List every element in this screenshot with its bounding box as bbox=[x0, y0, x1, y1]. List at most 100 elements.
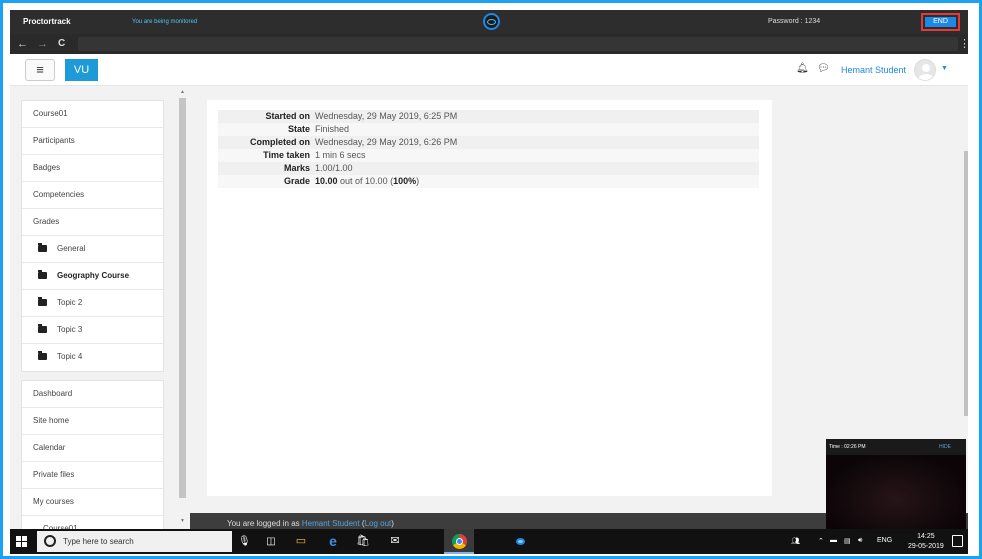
row-label: Completed on bbox=[250, 137, 310, 147]
folder-icon bbox=[38, 351, 47, 360]
page-region: Course01 Participants Badges Competencie… bbox=[10, 86, 968, 529]
proctortrack-taskbar-icon[interactable] bbox=[516, 538, 525, 545]
row-value: 1 min 6 secs bbox=[315, 150, 366, 160]
page-scroll-thumb[interactable] bbox=[964, 151, 968, 416]
row-label: Marks bbox=[283, 163, 310, 173]
logged-in-text: You are logged in as bbox=[227, 519, 302, 528]
camera-header: Time : 02:26 PM HIDE bbox=[826, 439, 966, 455]
browser-menu-icon[interactable]: ⋮ bbox=[959, 37, 970, 51]
task-view-icon[interactable]: ◫ bbox=[264, 534, 278, 549]
nav-item-private-files[interactable]: Private files bbox=[22, 462, 163, 489]
address-bar[interactable] bbox=[78, 37, 958, 51]
table-row: Time taken 1 min 6 secs bbox=[218, 149, 759, 162]
folder-icon bbox=[38, 324, 47, 333]
nav-item-grades[interactable]: Grades bbox=[22, 209, 163, 236]
bell-icon[interactable]: 🔔︎ bbox=[796, 63, 809, 74]
nav-item-calendar[interactable]: Calendar bbox=[22, 435, 163, 462]
camera-feed bbox=[826, 455, 966, 529]
row-value: Wednesday, 29 May 2019, 6:25 PM bbox=[315, 111, 458, 121]
screen-frame: Proctortrack You are being monitored Pas… bbox=[0, 0, 982, 559]
quiz-summary-table: Started on Wednesday, 29 May 2019, 6:25 … bbox=[218, 110, 759, 188]
store-icon[interactable]: 🛍︎ bbox=[356, 534, 370, 549]
table-row: Grade 10.00 out of 10.00 (100%) bbox=[218, 175, 759, 188]
row-value: Wednesday, 29 May 2019, 6:26 PM bbox=[315, 137, 458, 147]
grade-percent: 100% bbox=[393, 176, 417, 186]
row-label: Started on bbox=[265, 111, 310, 121]
nav-item-topic-2[interactable]: Topic 2 bbox=[22, 290, 163, 317]
grade-value: 10.00 out of 10.00 (100%) bbox=[315, 175, 759, 188]
end-button[interactable]: END bbox=[921, 13, 960, 31]
battery-icon[interactable]: ▬ bbox=[830, 537, 837, 544]
show-hidden-icons-icon[interactable]: ⌃ bbox=[818, 537, 824, 545]
proctor-bar: Proctortrack You are being monitored Pas… bbox=[10, 10, 968, 34]
table-row: Started on Wednesday, 29 May 2019, 6:25 … bbox=[218, 110, 759, 123]
nav-drawer-toggle[interactable]: ≡ bbox=[25, 59, 55, 81]
chrome-icon bbox=[452, 534, 467, 549]
end-button-label: END bbox=[925, 17, 956, 27]
row-value: 1.00/1.00 bbox=[315, 163, 353, 173]
row-value: Finished bbox=[315, 124, 350, 134]
taskbar-search-box[interactable]: Type here to search bbox=[37, 531, 232, 552]
nav-item-site-home[interactable]: Site home bbox=[22, 408, 163, 435]
nav-item-topic-3[interactable]: Topic 3 bbox=[22, 317, 163, 344]
password-text: Password : 1234 bbox=[768, 18, 821, 25]
windows-start-icon[interactable] bbox=[16, 536, 28, 548]
nav-item-label: Topic 2 bbox=[57, 298, 83, 307]
course-nav-block: Course01 Participants Badges Competencie… bbox=[21, 100, 164, 372]
nav-item-dashboard[interactable]: Dashboard bbox=[22, 381, 163, 408]
nav-item-geography-course[interactable]: Geography Course bbox=[22, 263, 163, 290]
taskbar: Type here to search 🎙︎ ◫ ▭ e 🛍︎ ✉ 👥︎ ⌃ ▬… bbox=[10, 529, 968, 554]
nav-item-badges[interactable]: Badges bbox=[22, 155, 163, 182]
nav-item-topic-4[interactable]: Topic 4 bbox=[22, 344, 163, 371]
back-arrow-icon[interactable]: ← bbox=[17, 37, 28, 51]
proctor-camera-window: Time : 02:26 PM HIDE bbox=[826, 439, 966, 529]
scroll-up-icon[interactable]: ▲ bbox=[180, 89, 185, 95]
eye-icon[interactable] bbox=[483, 13, 500, 30]
nav-item-course01[interactable]: Course01 bbox=[22, 101, 163, 128]
taskbar-clock[interactable]: 14:25 29-05-2019 bbox=[908, 532, 944, 552]
quiz-review-card: Started on Wednesday, 29 May 2019, 6:25 … bbox=[207, 100, 772, 496]
footer-user-link[interactable]: Hemant Student bbox=[302, 519, 360, 528]
grade-score: 10.00 bbox=[315, 176, 338, 186]
people-icon[interactable]: 👥︎ bbox=[791, 537, 800, 545]
scroll-down-icon[interactable]: ▼ bbox=[180, 518, 185, 524]
nav-item-my-courses[interactable]: My courses bbox=[22, 489, 163, 516]
notification-icon[interactable] bbox=[952, 535, 963, 547]
camera-hide-button[interactable]: HIDE bbox=[939, 444, 951, 450]
search-circle-icon bbox=[44, 535, 56, 547]
row-label: Grade bbox=[283, 176, 310, 186]
language-indicator[interactable]: ENG bbox=[877, 537, 892, 544]
row-label: State bbox=[287, 124, 310, 134]
reload-icon[interactable]: C bbox=[58, 37, 65, 51]
forward-arrow-icon[interactable]: → bbox=[37, 37, 48, 51]
network-icon[interactable]: ▤ bbox=[844, 537, 851, 545]
nav-item-general[interactable]: General bbox=[22, 236, 163, 263]
site-nav-block: Dashboard Site home Calendar Private fil… bbox=[21, 380, 164, 529]
site-logo[interactable]: VU bbox=[65, 59, 98, 81]
avatar[interactable] bbox=[914, 59, 936, 81]
nav-item-label: Topic 4 bbox=[57, 352, 83, 361]
edge-browser-icon[interactable]: e bbox=[326, 534, 340, 549]
messages-icon[interactable]: 💬︎ bbox=[817, 63, 830, 74]
browser-toolbar: ← → C ⋮ bbox=[10, 34, 970, 54]
logout-link[interactable]: Log out bbox=[365, 519, 392, 528]
volume-icon[interactable]: 🔊︎ bbox=[858, 537, 862, 545]
user-menu-name[interactable]: Hemant Student bbox=[841, 65, 906, 75]
caret-down-icon[interactable]: ▼ bbox=[941, 65, 948, 72]
nav-item-label: General bbox=[57, 244, 86, 253]
clock-time: 14:25 bbox=[917, 533, 935, 540]
folder-icon bbox=[38, 297, 47, 306]
clock-date: 29-05-2019 bbox=[908, 543, 944, 550]
site-header: ≡ VU 🔔︎ 💬︎ Hemant Student ▼ bbox=[10, 54, 968, 86]
nav-item-participants[interactable]: Participants bbox=[22, 128, 163, 155]
mail-icon[interactable]: ✉ bbox=[388, 534, 402, 549]
file-explorer-icon[interactable]: ▭ bbox=[294, 534, 308, 549]
proctor-title: Proctortrack bbox=[23, 17, 71, 26]
drawer-scroll-thumb[interactable] bbox=[179, 98, 186, 498]
table-row: Marks 1.00/1.00 bbox=[218, 162, 759, 175]
nav-item-competencies[interactable]: Competencies bbox=[22, 182, 163, 209]
footer-close-paren: ) bbox=[391, 519, 394, 528]
nav-item-my-course01[interactable]: Course01 bbox=[22, 516, 163, 529]
microphone-icon[interactable]: 🎙︎ bbox=[238, 534, 251, 549]
nav-item-label: Topic 3 bbox=[57, 325, 83, 334]
